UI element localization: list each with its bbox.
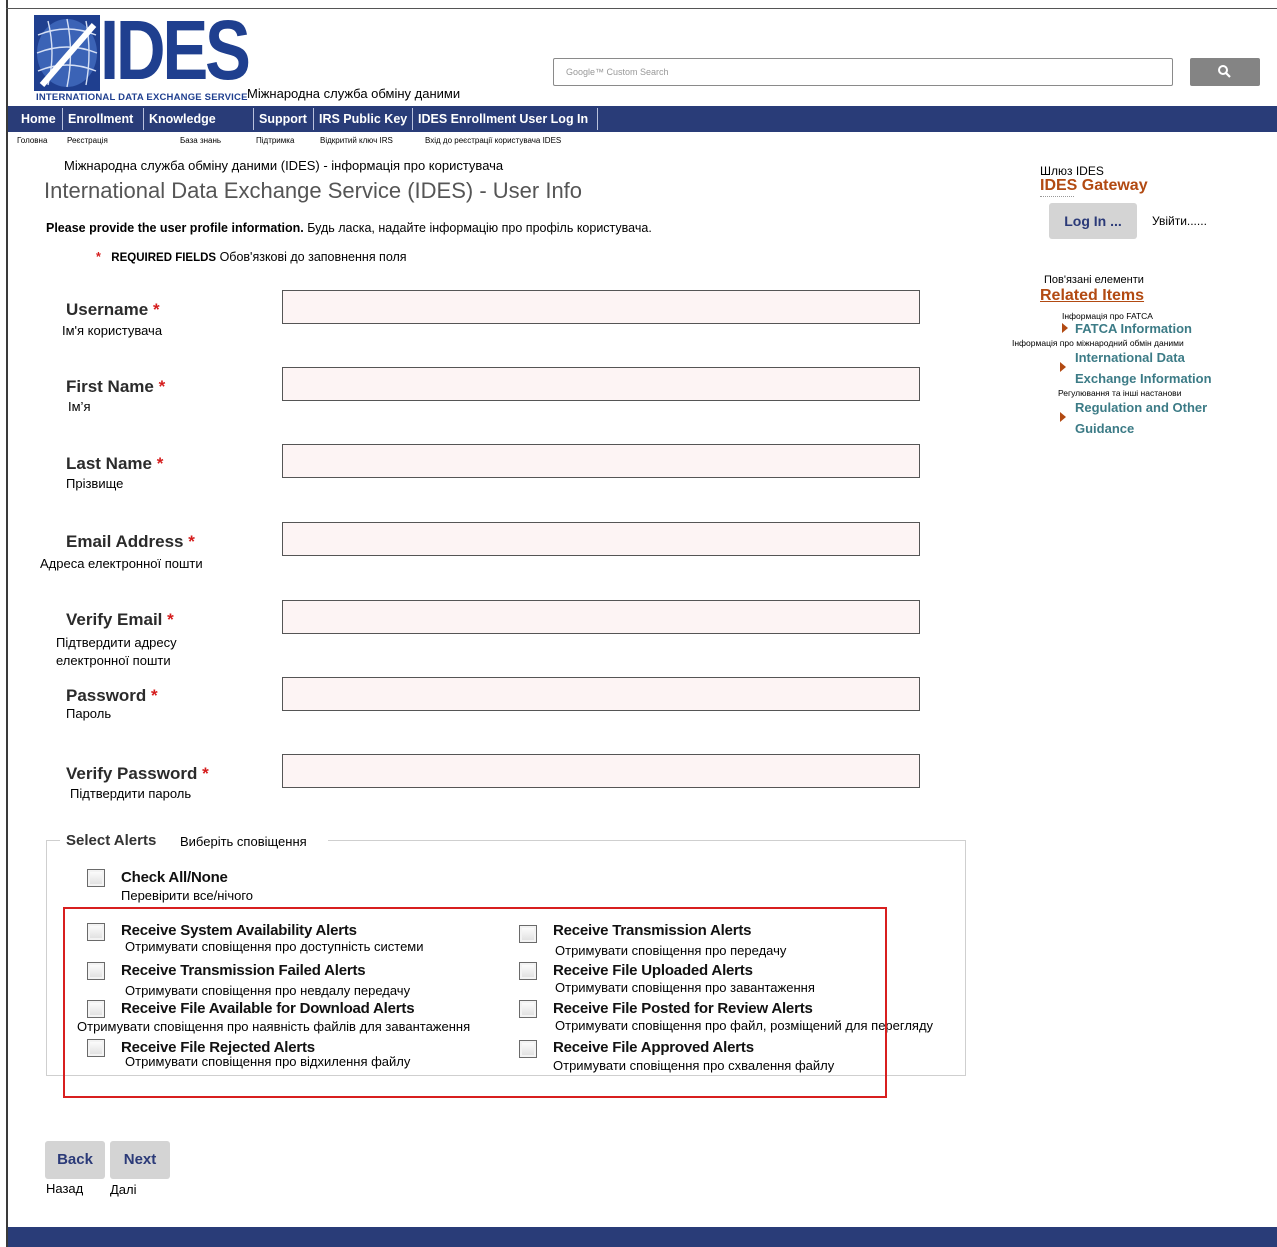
- required-star: *: [151, 686, 158, 705]
- chevron-right-icon: [1060, 362, 1066, 372]
- verify-email-label: Verify Email *: [66, 610, 174, 630]
- verify-email-sub: Підтвердити адресу електронної пошти: [56, 635, 177, 668]
- nav-ides-enrollment-login-sub: Вхід до реєстрації користувача IDES: [425, 136, 562, 145]
- nav-home-sub: Головна: [17, 136, 48, 145]
- required-star: *: [188, 532, 195, 551]
- page-title-uk: Міжнародна служба обміну даними (IDES) -…: [64, 158, 504, 173]
- search-button[interactable]: [1190, 58, 1260, 86]
- required-star: *: [167, 610, 174, 629]
- first-name-sub: Ім’я: [68, 399, 91, 414]
- nav-support-sub: Підтримка: [256, 136, 295, 145]
- nav-home[interactable]: Home: [17, 108, 63, 130]
- related-link-ides-uk: Інформація про міжнародний обмін даними: [1012, 338, 1184, 348]
- chevron-right-icon: [1062, 323, 1068, 333]
- verify-password-sub: Підтвердити пароль: [70, 786, 192, 801]
- related-link-fatca[interactable]: FATCA Information: [1075, 321, 1192, 336]
- gateway-heading: IDES Gateway: [1040, 177, 1148, 194]
- alerts-legend-en: Select Alerts: [66, 832, 157, 849]
- password-label-text: Password: [66, 686, 147, 705]
- related-link-ides-line2[interactable]: Exchange Information: [1075, 371, 1212, 386]
- logo-ides-text: IDES: [100, 3, 251, 97]
- globe-logo-icon: [34, 15, 100, 91]
- search-placeholder: Google™ Custom Search: [566, 67, 669, 77]
- nav-knowledge-base-sub: База знань: [180, 136, 222, 145]
- gateway-heading-uk: Шлюз IDES: [1040, 164, 1104, 178]
- back-sub: Назад: [46, 1181, 84, 1196]
- required-star: *: [158, 377, 166, 396]
- last-name-label: Last Name *: [66, 454, 163, 474]
- password-sub: Пароль: [66, 706, 112, 721]
- nav-ides-enrollment-login[interactable]: IDES Enrollment User Log In: [414, 108, 598, 130]
- related-link-regulation-line2[interactable]: Guidance: [1075, 421, 1134, 436]
- username-sub: Ім'я користувача: [62, 323, 163, 338]
- required-fields-note: * REQUIRED FIELDS Обов'язкові до заповне…: [96, 250, 407, 264]
- email-field[interactable]: [282, 522, 920, 556]
- back-button[interactable]: Back: [45, 1141, 105, 1179]
- required-star: *: [96, 250, 101, 264]
- verify-email-label-text: Verify Email: [66, 610, 163, 629]
- check-all-checkbox[interactable]: [87, 869, 105, 887]
- first-name-label-text: First Name: [66, 377, 154, 396]
- search-input[interactable]: Google™ Custom Search: [553, 58, 1173, 86]
- related-items-heading-uk: Пов'язані елементи: [1044, 274, 1144, 286]
- related-link-ides[interactable]: International Data: [1075, 350, 1185, 365]
- required-star: *: [152, 300, 160, 319]
- check-all-sub: Перевірити все/нічого: [121, 888, 254, 903]
- instructions-uk: Будь ласка, надайте інформацію про профі…: [307, 221, 652, 235]
- gateway-login-button[interactable]: Log In ...: [1049, 203, 1137, 239]
- nav-support[interactable]: Support: [255, 108, 314, 130]
- related-items-heading: Related Items: [1040, 287, 1145, 304]
- username-label-text: Username: [66, 300, 149, 319]
- email-label: Email Address *: [66, 532, 195, 552]
- last-name-sub: Прізвище: [66, 476, 124, 491]
- first-name-label: First Name *: [66, 377, 165, 397]
- nav-enrollment[interactable]: Enrollment: [64, 108, 144, 130]
- related-link-regulation[interactable]: Regulation and Other: [1075, 400, 1207, 415]
- last-name-field[interactable]: [282, 444, 920, 478]
- username-field[interactable]: [282, 290, 920, 324]
- required-star: *: [202, 764, 209, 783]
- nav-knowledge-base[interactable]: Knowledge Base: [145, 108, 254, 148]
- last-name-label-text: Last Name: [66, 454, 152, 473]
- highlight-box: [63, 907, 887, 1098]
- chevron-right-icon: [1060, 412, 1066, 422]
- verify-email-field[interactable]: [282, 600, 920, 634]
- footer-bar: [8, 1227, 1277, 1247]
- nav-enrollment-sub: Реєстрація: [67, 136, 108, 145]
- related-link-fatca-uk: Інформація про FATCA: [1062, 311, 1153, 321]
- next-button[interactable]: Next: [110, 1141, 170, 1179]
- verify-password-field[interactable]: [282, 754, 920, 788]
- next-sub: Далі: [110, 1182, 137, 1197]
- logo-subtitle-uk: Міжнародна служба обміну даними: [247, 86, 461, 101]
- page-title: International Data Exchange Service (IDE…: [44, 178, 583, 203]
- instructions-en: Please provide the user profile informat…: [46, 221, 304, 235]
- first-name-field[interactable]: [282, 367, 920, 401]
- alerts-legend-uk: Виберіть сповіщення: [180, 834, 307, 849]
- email-label-text: Email Address: [66, 532, 184, 551]
- nav-irs-public-key[interactable]: IRS Public Key: [315, 108, 413, 130]
- logo-subtitle: INTERNATIONAL DATA EXCHANGE SERVICE: [36, 92, 248, 103]
- required-fields-en: REQUIRED FIELDS: [111, 252, 217, 264]
- check-all-label: Check All/None: [121, 869, 228, 886]
- search-icon: [1218, 65, 1231, 78]
- verify-password-label: Verify Password *: [66, 764, 209, 784]
- gateway-login-uk: Увійти......: [1152, 214, 1207, 228]
- required-star: *: [156, 454, 164, 473]
- related-link-regulation-uk: Регулювання та інші настанови: [1058, 388, 1182, 398]
- username-label: Username *: [66, 300, 160, 320]
- email-sub: Адреса електронної пошти: [40, 556, 203, 571]
- required-fields-uk: Обов'язкові до заповнення поля: [219, 250, 407, 264]
- nav-irs-public-key-sub: Відкритий ключ IRS: [320, 136, 393, 145]
- verify-password-label-text: Verify Password: [66, 764, 198, 783]
- page-left-border: [6, 0, 8, 1247]
- password-field[interactable]: [282, 677, 920, 711]
- instructions: Please provide the user profile informat…: [46, 221, 652, 235]
- gateway-divider: [1040, 196, 1074, 197]
- password-label: Password *: [66, 686, 158, 706]
